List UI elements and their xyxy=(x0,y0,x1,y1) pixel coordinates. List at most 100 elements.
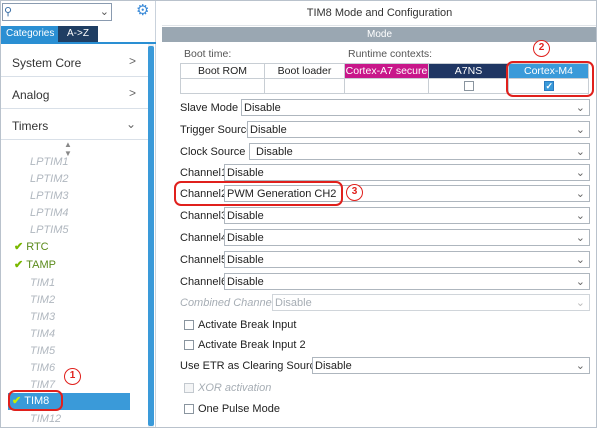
select-value: Disable xyxy=(227,232,264,244)
cortex-m4-checkbox[interactable] xyxy=(543,80,554,93)
category-label: Timers xyxy=(12,119,49,133)
item-label: TIM7 xyxy=(30,379,56,391)
chevron-down-icon: ⌄ xyxy=(575,167,585,179)
select-value: Disable xyxy=(227,254,264,266)
channel1-select[interactable]: Disable ⌄ xyxy=(224,164,590,181)
select-value: Disable xyxy=(315,360,352,372)
combined-channels-row: Combined Channels Disable ⌄ xyxy=(162,294,592,312)
annotation-marker-3: 3 xyxy=(346,184,363,201)
context-boot-rom: Boot ROM xyxy=(180,63,265,79)
sidebar-tabs: Categories A->Z xyxy=(0,26,98,42)
xor-label: XOR activation xyxy=(198,382,272,394)
chevron-down-icon: ⌄ xyxy=(575,297,585,309)
break-input-label: Activate Break Input xyxy=(198,319,297,331)
annotation-marker-1: 1 xyxy=(64,368,81,385)
item-label: TAMP xyxy=(26,259,56,271)
sidebar-item-tim2[interactable]: TIM2 xyxy=(30,292,55,308)
sidebar-item-tim3[interactable]: TIM3 xyxy=(30,309,55,325)
item-label: TIM2 xyxy=(30,294,56,306)
sidebar-item-lptim3[interactable]: LPTIM3 xyxy=(30,188,69,204)
sidebar: ⚲ ⌄ ⚙ Categories A->Z System Core > Anal… xyxy=(0,0,156,428)
sidebar-item-tim12[interactable]: TIM12 xyxy=(30,411,61,427)
channel2-row: Channel2 PWM Generation CH2 ⌄ xyxy=(162,185,592,203)
chevron-down-icon: ⌄ xyxy=(575,124,585,136)
tab-a-to-z[interactable]: A->Z xyxy=(58,26,98,42)
one-pulse-checkbox[interactable] xyxy=(184,404,194,414)
item-label: LPTIM1 xyxy=(30,156,69,168)
sidebar-item-lptim4[interactable]: LPTIM4 xyxy=(30,205,69,221)
channel6-select[interactable]: Disable ⌄ xyxy=(224,273,590,290)
item-label: TIM3 xyxy=(30,311,56,323)
chevron-down-icon: ⌄ xyxy=(575,276,585,288)
check-icon: ✔ xyxy=(14,259,24,271)
channel5-select[interactable]: Disable ⌄ xyxy=(224,251,590,268)
sidebar-item-tim6[interactable]: TIM6 xyxy=(30,360,55,376)
sidebar-item-tamp[interactable]: ✔ TAMP xyxy=(14,257,56,273)
select-value: PWM Generation CH2 xyxy=(227,188,337,200)
item-label: RTC xyxy=(26,241,49,253)
select-value: Disable xyxy=(275,297,312,309)
clock-source-select[interactable]: Disable ⌄ xyxy=(249,143,590,160)
sidebar-scrollbar[interactable] xyxy=(148,44,154,428)
context-table: Boot ROM Boot loader Cortex-A7 secure A7… xyxy=(180,63,589,94)
a7ns-checkbox[interactable] xyxy=(463,80,474,91)
search-input[interactable] xyxy=(17,5,95,19)
break-input-checkbox[interactable] xyxy=(184,320,194,330)
sidebar-item-tim8[interactable]: ✔ TIM8 xyxy=(8,393,130,410)
trigger-source-select[interactable]: Disable ⌄ xyxy=(247,121,590,138)
slave-mode-label: Slave Mode xyxy=(180,102,239,114)
etr-select[interactable]: Disable ⌄ xyxy=(312,357,590,374)
clock-source-row: Clock Source Disable ⌄ xyxy=(162,143,592,161)
gear-icon[interactable]: ⚙ xyxy=(136,3,149,19)
sidebar-item-tim1[interactable]: TIM1 xyxy=(30,275,55,291)
sidebar-item-rtc[interactable]: ✔ RTC xyxy=(14,239,49,255)
channel1-label: Channel1 xyxy=(180,167,228,179)
select-value: Disable xyxy=(227,167,264,179)
chevron-down-icon: ⌄ xyxy=(575,360,585,372)
category-analog[interactable]: Analog > xyxy=(0,79,148,109)
etr-label: Use ETR as Clearing Source xyxy=(180,360,322,372)
item-label: LPTIM4 xyxy=(30,207,69,219)
sidebar-item-lptim5[interactable]: LPTIM5 xyxy=(30,222,69,238)
mode-section-header[interactable]: Mode xyxy=(162,27,597,42)
category-system-core[interactable]: System Core > xyxy=(0,47,148,77)
sidebar-item-lptim1[interactable]: LPTIM1 xyxy=(30,154,69,170)
annotation-marker-2: 2 xyxy=(533,40,550,57)
boot-time-label: Boot time: xyxy=(184,48,232,60)
scrollbar-thumb[interactable] xyxy=(148,46,154,426)
context-boot-loader: Boot loader xyxy=(264,63,345,79)
sidebar-item-tim5[interactable]: TIM5 xyxy=(30,343,55,359)
sidebar-item-tim4[interactable]: TIM4 xyxy=(30,326,55,342)
break-input-2-label: Activate Break Input 2 xyxy=(198,339,306,351)
context-cell xyxy=(344,78,429,94)
sidebar-item-lptim2[interactable]: LPTIM2 xyxy=(30,171,69,187)
tab-categories[interactable]: Categories xyxy=(0,26,58,42)
search-icon: ⚲ xyxy=(4,6,13,18)
channel2-select[interactable]: PWM Generation CH2 ⌄ xyxy=(224,185,590,202)
chevron-down-icon[interactable]: ⌄ xyxy=(100,4,109,20)
channel4-select[interactable]: Disable ⌄ xyxy=(224,229,590,246)
break-input-2-checkbox[interactable] xyxy=(184,340,194,350)
search-box[interactable]: ⚲ ⌄ xyxy=(2,3,112,21)
chevron-down-icon: ⌄ xyxy=(575,254,585,266)
slave-mode-select[interactable]: Disable ⌄ xyxy=(241,99,590,116)
clock-source-label: Clock Source xyxy=(180,146,246,158)
item-label: LPTIM2 xyxy=(30,173,69,185)
trigger-source-row: Trigger Source Disable ⌄ xyxy=(162,121,592,139)
chevron-right-icon: > xyxy=(128,54,136,68)
slave-mode-row: Slave Mode Disable ⌄ xyxy=(162,99,592,117)
select-value: Disable xyxy=(227,276,264,288)
context-a7-secure: Cortex-A7 secure xyxy=(344,63,429,79)
item-label: TIM8 xyxy=(24,395,50,407)
page-title: TIM8 Mode and Configuration xyxy=(162,0,597,26)
tab-underline xyxy=(0,42,156,44)
combined-channels-label: Combined Channels xyxy=(180,297,280,309)
category-timers[interactable]: Timers ⌄ xyxy=(0,110,148,140)
select-value: Disable xyxy=(244,102,281,114)
item-label: TIM6 xyxy=(30,362,56,374)
trigger-source-label: Trigger Source xyxy=(180,124,253,136)
channel1-row: Channel1 Disable ⌄ xyxy=(162,164,592,182)
context-cortex-m4: Cortex-M4 xyxy=(508,63,589,79)
channel3-select[interactable]: Disable ⌄ xyxy=(224,207,590,224)
sidebar-item-tim7[interactable]: TIM7 xyxy=(30,377,55,393)
